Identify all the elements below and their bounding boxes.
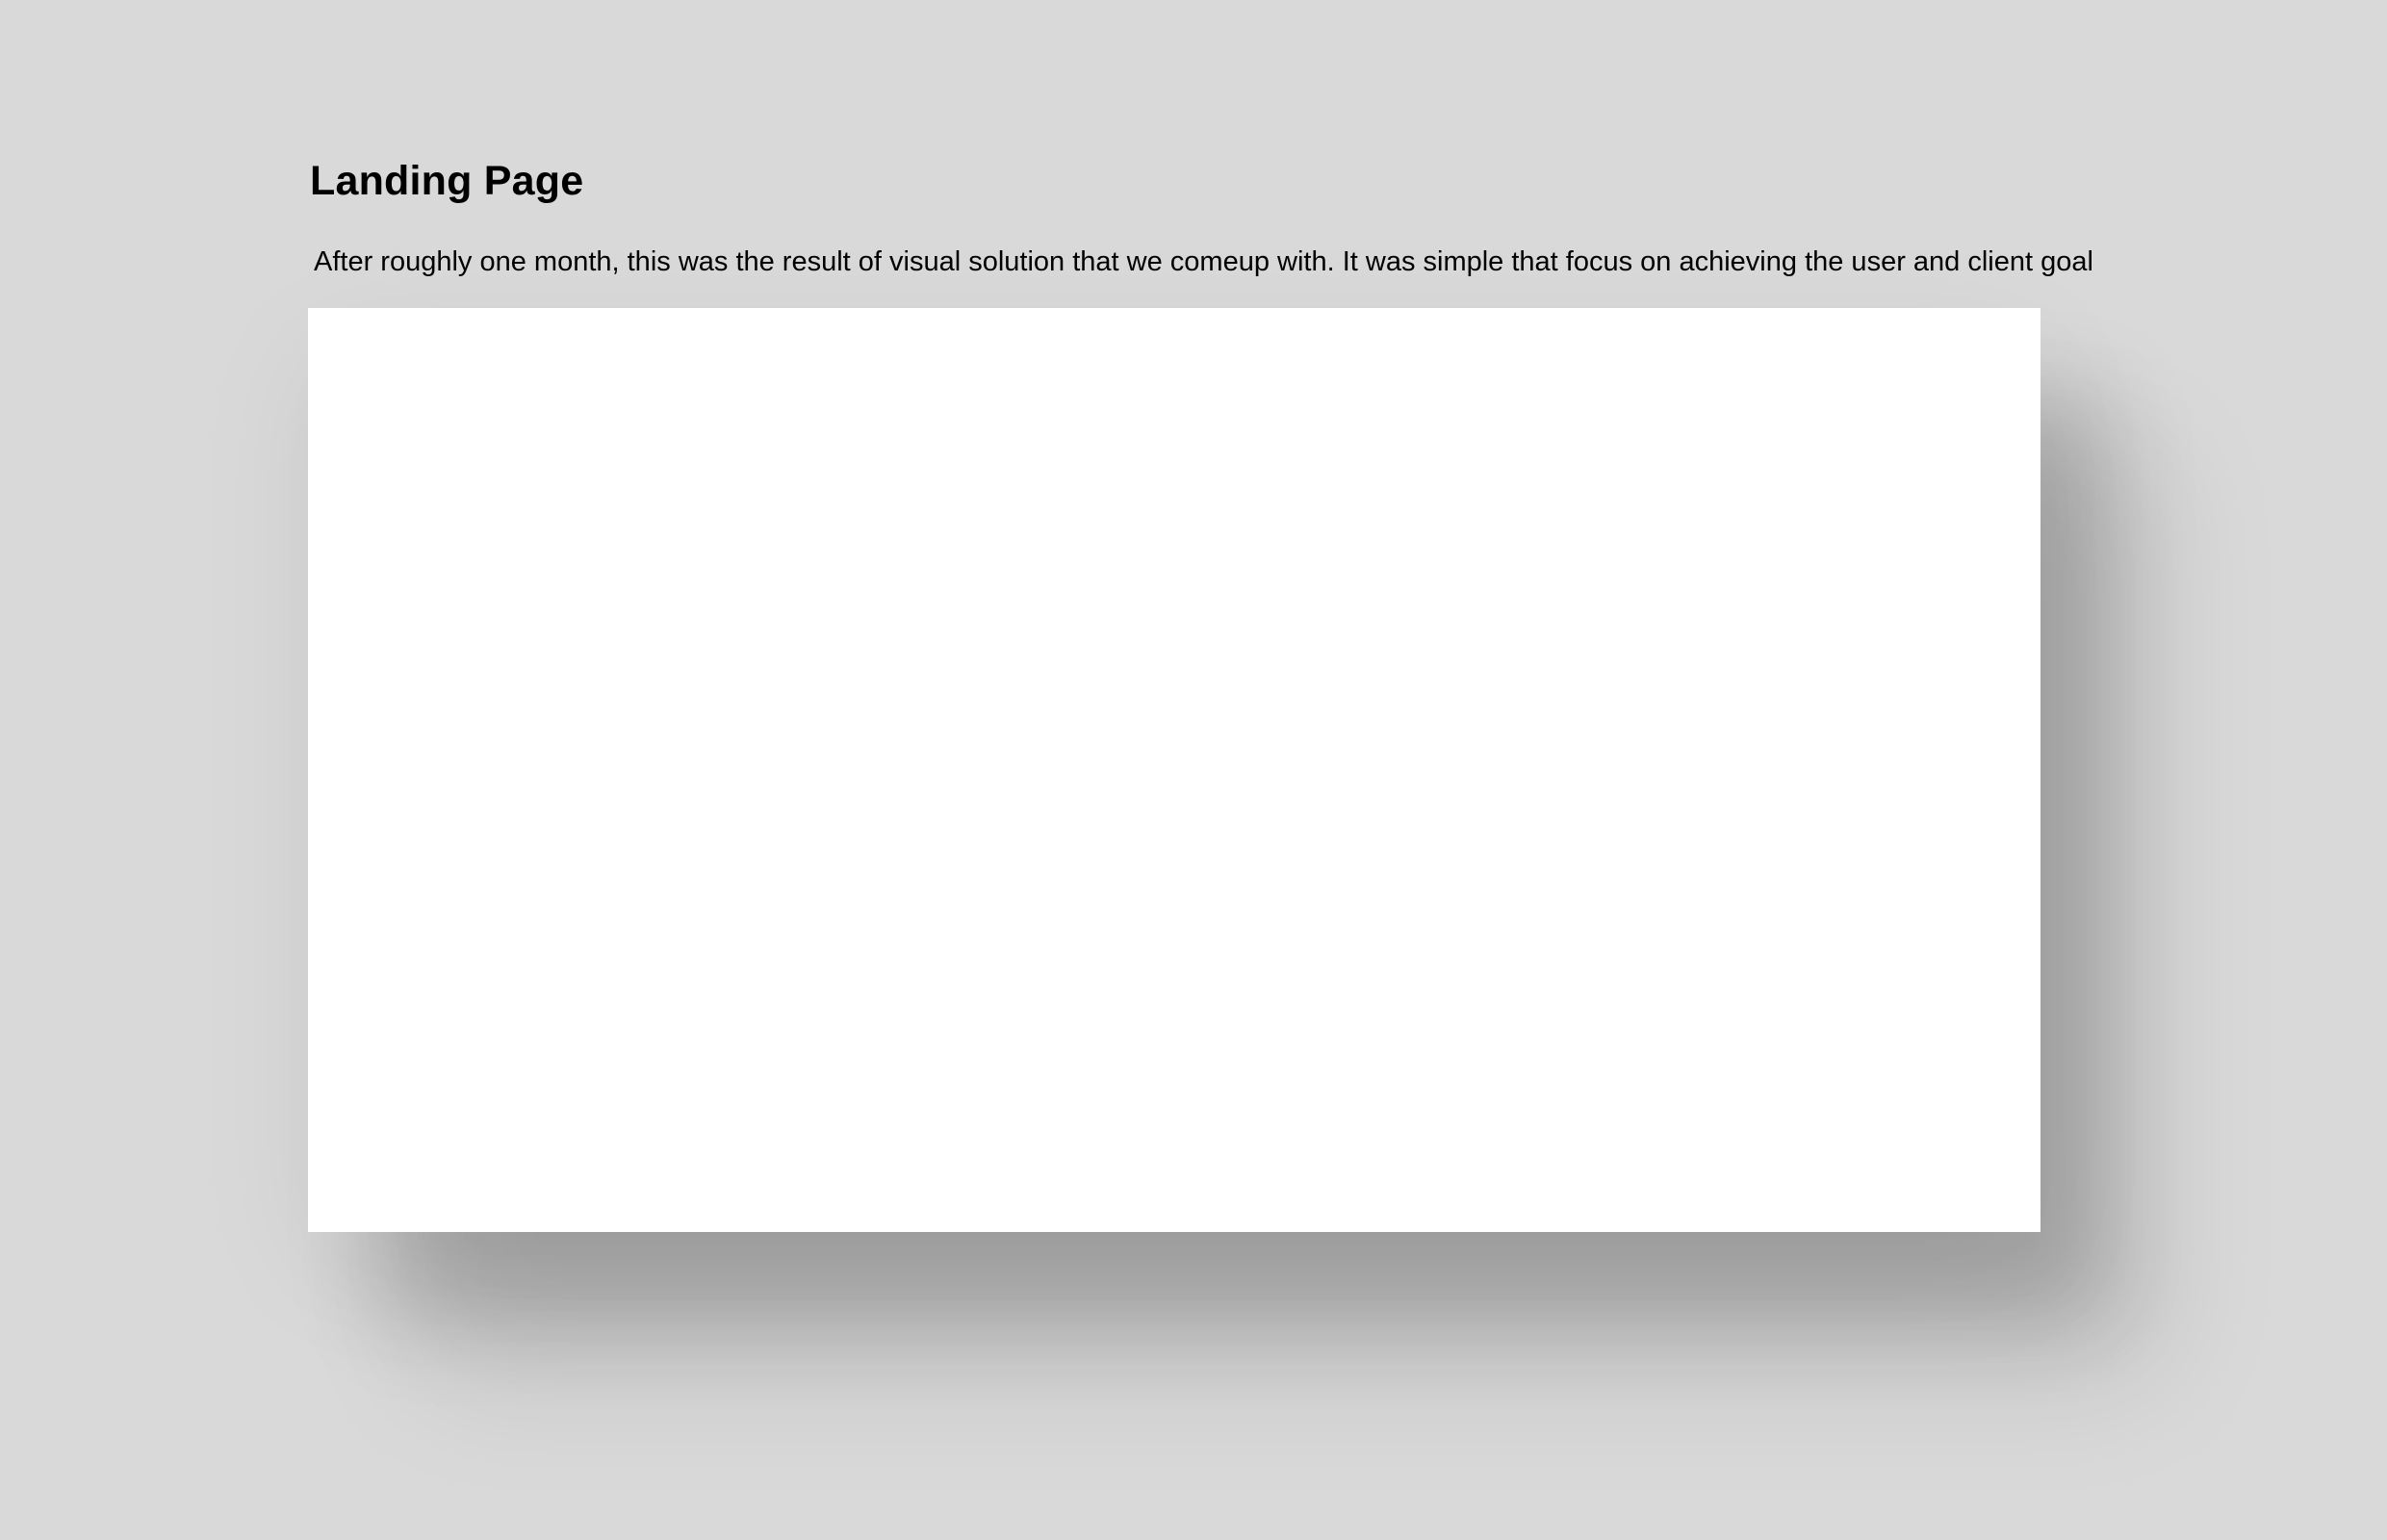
page-title: Landing Page bbox=[310, 158, 584, 204]
case-study-page: Landing Page After roughly one month, th… bbox=[0, 0, 2387, 1540]
landing-page-preview-image bbox=[308, 308, 2040, 1232]
page-description: After roughly one month, this was the re… bbox=[314, 246, 2093, 277]
